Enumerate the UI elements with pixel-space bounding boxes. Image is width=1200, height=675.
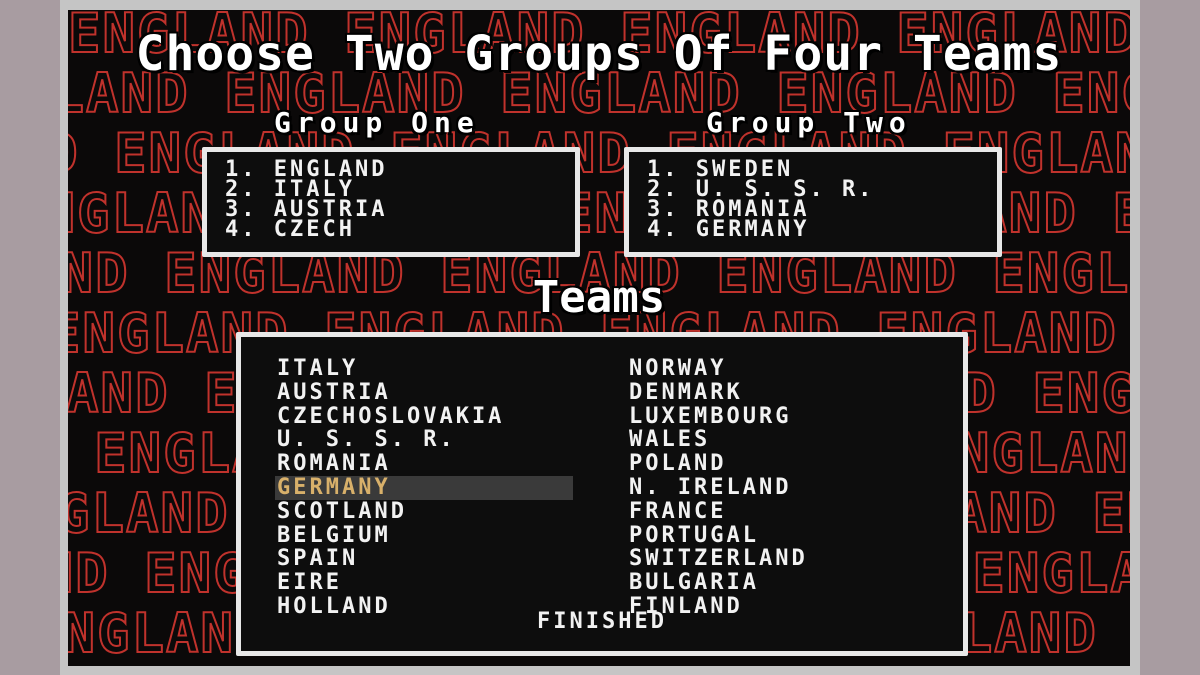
team-item[interactable]: SCOTLAND <box>275 499 573 524</box>
team-item[interactable]: N. IRELAND <box>627 476 808 500</box>
team-item[interactable]: EIRE <box>275 571 573 595</box>
teams-title: Teams <box>532 272 666 323</box>
team-item[interactable]: ROMANIA <box>275 452 573 476</box>
group-one-team[interactable]: 4. CZECH <box>225 219 575 241</box>
team-item[interactable]: BULGARIA <box>627 571 808 595</box>
group-two-box[interactable]: 1. SWEDEN 2. U. S. S. R. 3. ROMANIA 4. G… <box>624 147 1002 257</box>
team-item[interactable]: LUXEMBOURG <box>627 404 808 429</box>
team-item[interactable]: AUSTRIA <box>275 380 573 405</box>
group-one-list: 1. ENGLAND 2. ITALY 3. AUSTRIA 4. CZECH <box>207 152 575 241</box>
page-title: Choose Two Groups Of Four Teams <box>135 26 1063 82</box>
team-item[interactable]: NORWAY <box>627 357 808 381</box>
team-item[interactable]: CZECHOSLOVAKIA <box>275 404 573 429</box>
group-one-box[interactable]: 1. ENGLAND 2. ITALY 3. AUSTRIA 4. CZECH <box>202 147 580 257</box>
team-item[interactable]: PORTUGAL <box>627 523 808 548</box>
teams-box: ITALY AUSTRIA CZECHOSLOVAKIA U. S. S. R.… <box>236 332 968 656</box>
team-item[interactable]: SPAIN <box>275 547 573 571</box>
team-item[interactable]: SWITZERLAND <box>627 547 808 571</box>
team-item[interactable]: WALES <box>627 428 808 452</box>
group-two-label: Group Two <box>706 106 912 139</box>
team-item[interactable]: ITALY <box>275 357 573 381</box>
team-item[interactable]: POLAND <box>627 452 808 476</box>
team-item-selected[interactable]: GERMANY <box>275 476 573 500</box>
teams-right-column: NORWAY DENMARK LUXEMBOURG WALES POLAND N… <box>627 357 808 619</box>
finished-button[interactable]: FINISHED <box>241 609 963 634</box>
device-frame: ENGLAND ENGLAND ENGLAND ENGLAND ENGLAND … <box>0 0 1200 675</box>
group-one-label: Group One <box>274 106 480 139</box>
team-item[interactable]: U. S. S. R. <box>275 428 573 452</box>
group-two-list: 1. SWEDEN 2. U. S. S. R. 3. ROMANIA 4. G… <box>629 152 997 241</box>
game-screen: ENGLAND ENGLAND ENGLAND ENGLAND ENGLAND … <box>68 10 1130 666</box>
team-item[interactable]: BELGIUM <box>275 523 573 548</box>
group-two-team[interactable]: 4. GERMANY <box>647 219 997 241</box>
team-item[interactable]: DENMARK <box>627 380 808 405</box>
team-item[interactable]: FRANCE <box>627 499 808 524</box>
teams-left-column: ITALY AUSTRIA CZECHOSLOVAKIA U. S. S. R.… <box>275 357 573 619</box>
